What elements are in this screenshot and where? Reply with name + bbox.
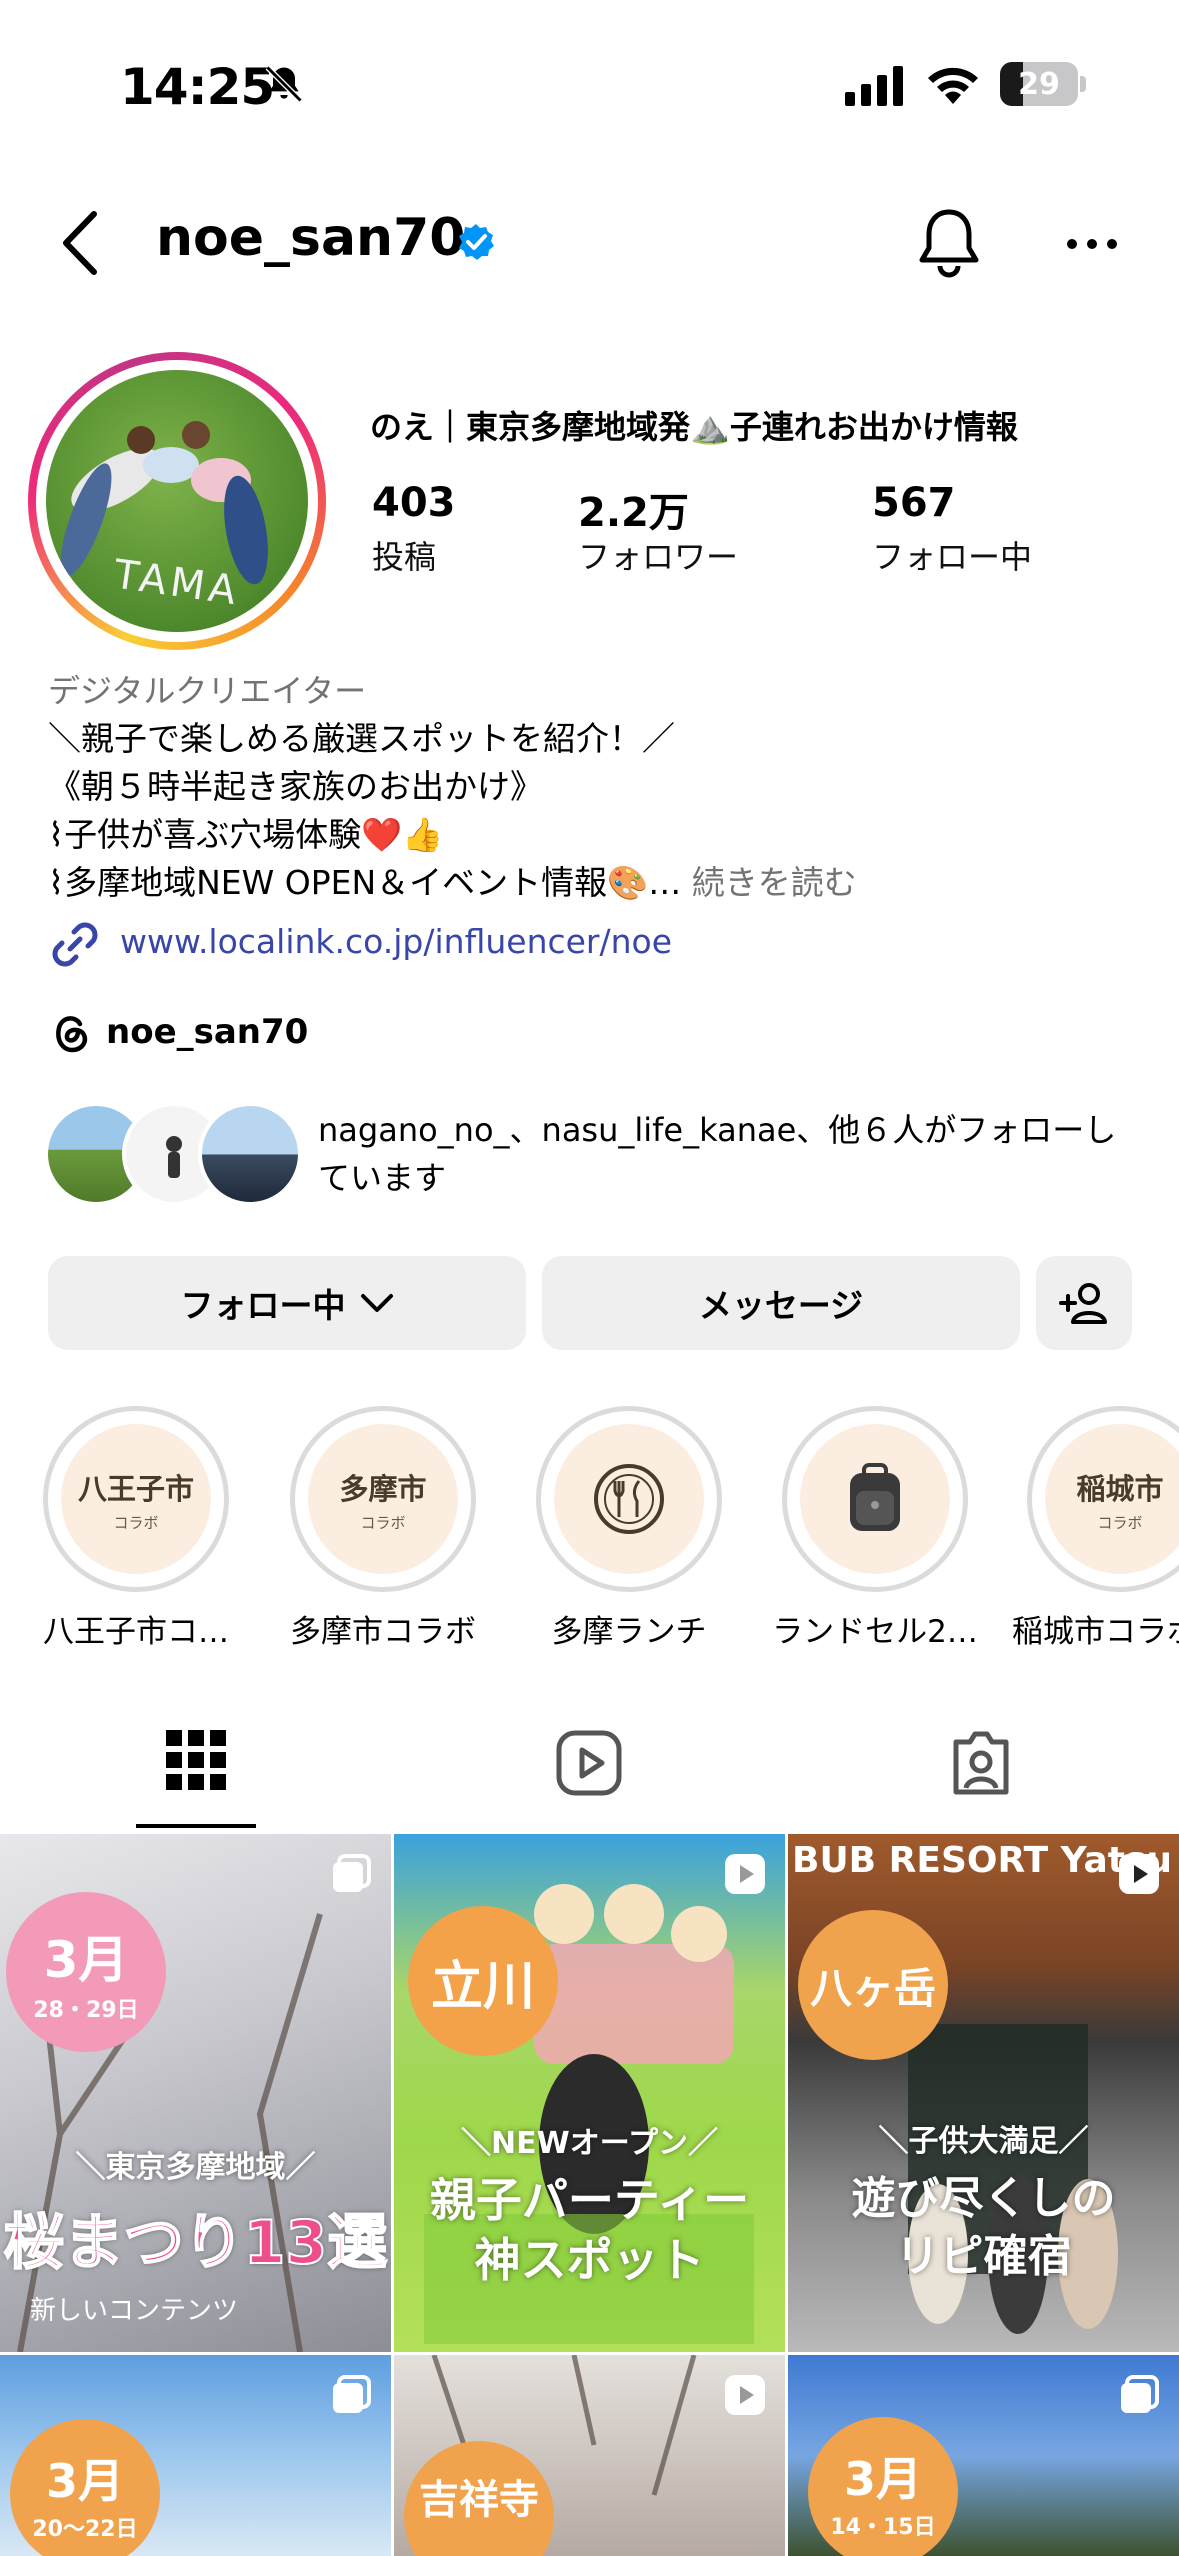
bell-off-icon [265,65,303,103]
post-top-text: BUB RESORT Yatsu [792,1840,1173,1881]
verified-badge-icon [459,224,494,260]
tagged-icon[interactable] [948,1730,1014,1796]
add-user-icon [1059,1283,1107,1324]
backpack-icon [850,1463,900,1531]
chevron-down-icon [360,1294,393,1312]
bio-line-text: ⌇多摩地域NEW OPEN＆イベント情報🎨… [48,863,682,902]
link-icon [52,922,98,967]
highlight-randoseru[interactable] [782,1406,968,1592]
highlight-label[interactable]: ランドセル2… [765,1606,985,1651]
add-user-button[interactable] [1036,1256,1132,1350]
highlight-sub: コラボ [1097,1513,1143,1532]
mutual-follower-avatar [198,1102,302,1206]
profile-category: デジタルクリエイター [48,672,367,710]
highlight-sub: コラボ [113,1513,159,1532]
posts-count[interactable]: 403 [372,480,456,526]
post-caption: 神スポット [474,2233,705,2287]
highlight-title: 稲城市 [1076,1471,1164,1506]
back-icon[interactable] [60,210,100,276]
bio-line: ＼親子で楽しめる厳選スポットを紹介！／ [48,719,675,758]
posts-label[interactable]: 投稿 [372,532,436,578]
post-badge: 立川 [430,1956,535,2017]
post-caption: ＼子供大満足／ [878,2124,1089,2159]
highlight-hachioji[interactable]: 八王子市 コラボ [43,1406,229,1592]
post-tile[interactable]: BUB RESORT Yatsu 八ヶ岳 ＼子供大満足／ 遊び尽くしの リピ確宿 [788,1834,1179,2352]
followers-count[interactable]: 2.2万 [578,480,689,538]
reel-play-icon [725,2375,765,2415]
bio-line: 《朝５時半起き家族のお出かけ》 [48,767,543,806]
profile-avatar[interactable]: TAMA [28,352,326,650]
post-badge: 3月 [843,2452,922,2506]
post-caption: 遊び尽くしの [851,2173,1116,2224]
battery-icon: 29 [1000,62,1078,106]
post-tile[interactable]: 3月 20〜22日 [0,2355,391,2556]
post-caption: 親子パーティー [429,2173,750,2227]
post-tile[interactable]: 立川 ＼NEWオープン／ 親子パーティー 神スポット [394,1834,785,2352]
carousel-icon [333,1854,371,1892]
message-button[interactable]: メッセージ [542,1256,1020,1350]
post-badge-sub: 20〜22日 [32,2517,138,2542]
highlight-title: 八王子市 [77,1471,194,1506]
post-badge: 吉祥寺 [419,2477,539,2523]
highlight-sub: コラボ [360,1513,406,1532]
post-tile[interactable]: 3月 28・29日 ＼東京多摩地域／ 桜まつり13選 新しいコンテンツ [0,1834,391,2352]
highlight-label[interactable]: 稲城市コラボ [1012,1606,1179,1651]
reels-icon[interactable] [556,1730,622,1796]
fork-knife-icon [594,1464,664,1534]
profile-link[interactable]: www.localink.co.jp/influencer/noe [120,922,672,961]
highlight-label[interactable]: 多摩市コラボ [273,1606,493,1651]
highlight-title: 多摩市 [339,1471,427,1506]
post-badge: 3月 [45,2454,124,2508]
reel-play-icon [1119,1854,1159,1894]
signal-icon [845,66,903,106]
threads-icon[interactable] [50,1010,92,1054]
post-caption: ＼NEWオープン／ [461,2126,718,2161]
post-badge-sub: 28・29日 [33,1998,139,2023]
status-time: 14:25 [120,58,275,116]
carousel-icon [1121,2375,1159,2413]
battery-text: 29 [1018,67,1060,102]
more-options-icon[interactable] [1066,238,1118,250]
read-more-link[interactable]: 続きを読む [692,863,857,902]
highlight-label[interactable]: 多摩ランチ [519,1606,739,1651]
bio-line-last: ⌇多摩地域NEW OPEN＆イベント情報🎨… 続きを読む [48,856,857,904]
post-caption: ＼東京多摩地域／ [75,2150,316,2185]
post-tile[interactable]: 3月 14・15日 [788,2355,1179,2556]
following-button[interactable]: フォロー中 [48,1256,526,1350]
profile-full-name: のえ｜東京多摩地域発⛰️子連れお出かけ情報 [370,408,1018,446]
followers-label[interactable]: フォロワー [578,532,738,578]
active-tab-indicator [136,1824,256,1828]
following-count[interactable]: 567 [872,480,956,526]
mutual-followers-text[interactable]: nagano_no_、nasu_life_kanae、他６人がフォローしています [318,1106,1138,1202]
grid-icon[interactable] [166,1730,226,1790]
highlight-lunch[interactable] [536,1406,722,1592]
post-caption: リピ確宿 [895,2231,1072,2282]
message-button-label: メッセージ [698,1286,864,1325]
highlight-tama[interactable]: 多摩市 コラボ [290,1406,476,1592]
reel-play-icon [725,1854,765,1894]
notification-bell-icon[interactable] [916,206,982,278]
wifi-icon [928,67,978,104]
post-caption: 桜まつり13選 [3,2207,389,2279]
post-tile[interactable]: 吉祥寺 [394,2355,785,2556]
header-username: noe_san70 [156,208,466,268]
avatar-photo: TAMA [46,370,308,632]
post-badge: 八ヶ岳 [809,1963,936,2013]
post-badge-sub: 14・15日 [830,2515,936,2540]
battery-tip [1080,76,1086,92]
bio-line: ⌇子供が喜ぶ穴場体験❤️👍 [48,815,444,854]
carousel-icon [333,2375,371,2413]
post-badge: 3月 [43,1931,129,1989]
highlight-label[interactable]: 八王子市コ… [26,1606,246,1651]
following-button-label: フォロー中 [180,1286,346,1325]
threads-username[interactable]: noe_san70 [106,1012,308,1052]
following-label[interactable]: フォロー中 [872,532,1032,578]
post-footer: 新しいコンテンツ [30,2296,239,2326]
highlight-inagi[interactable]: 稲城市 コラボ [1027,1406,1179,1592]
